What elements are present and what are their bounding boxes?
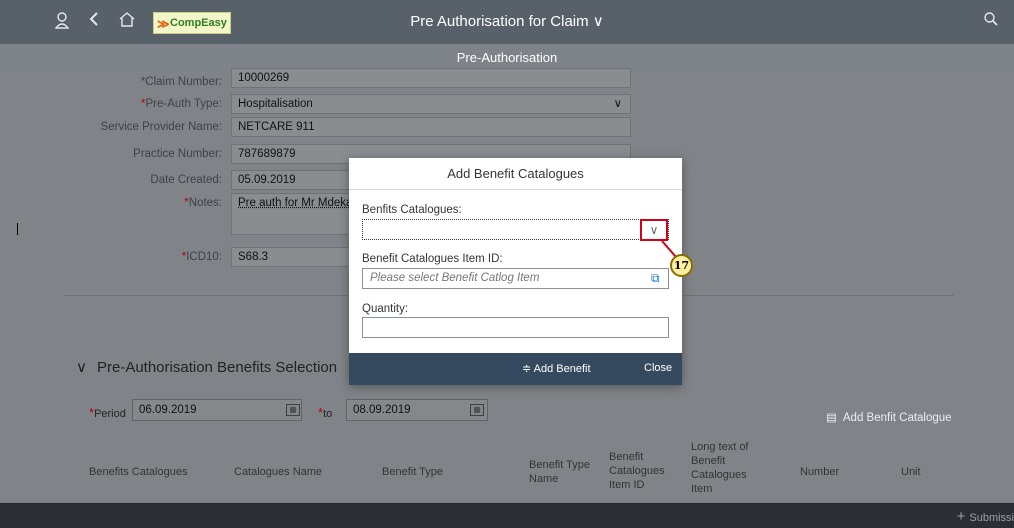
notes-label: *Notes: [184,197,222,209]
text-cursor [17,223,18,235]
add-catalogue-button[interactable]: ▤ Add Benfit Catalogue [826,410,952,424]
dialog-footer: ≑ Add Benefit Close [349,353,682,385]
preauth-type-select[interactable]: Hospitalisation ∨ [231,94,631,114]
col-benefit-type-name[interactable]: Benefit Type Name [529,458,599,486]
value-help-icon[interactable]: ⧉ [651,272,663,284]
catalogues-dropdown-button[interactable]: ∨ [640,219,668,241]
period-from-input[interactable]: 06.09.2019 [132,399,302,421]
table-header: Benefits Catalogues Catalogues Name Bene… [0,438,1014,498]
col-item-id[interactable]: Benefit Catalogues Item ID [609,450,674,492]
catalogues-label: Benfits Catalogues: [362,204,462,216]
item-id-label: Benefit Catalogues Item ID: [362,253,503,265]
footer-toolbar: + Submissi [0,503,1014,528]
catalogues-select[interactable] [362,219,669,240]
calendar-icon[interactable]: ▦ [470,404,484,416]
submit-button[interactable]: + Submissi [957,508,1014,525]
practice-number-label: Practice Number: [133,148,222,160]
preauth-type-label: *Pre-Auth Type: [141,98,222,110]
quantity-input[interactable] [362,317,669,338]
add-benefit-button[interactable]: ≑ Add Benefit [522,362,591,375]
chevron-down-icon: ∨ [649,223,659,237]
app-title[interactable]: Pre Authorisation for Claim ∨ [0,12,1014,30]
period-to-input[interactable]: 08.09.2019 [346,399,488,421]
service-provider-label: Service Provider Name: [100,121,222,133]
service-provider-field[interactable]: NETCARE 911 [231,117,631,137]
search-icon[interactable] [981,11,1001,31]
col-unit[interactable]: Unit [901,465,921,479]
icd10-label: *ICD10: [181,251,222,263]
add-benefit-icon: ≑ [522,363,532,375]
to-label: *to [318,405,333,420]
col-long-text[interactable]: Long text of Benefit Catalogues Item [691,440,761,496]
col-benefit-type[interactable]: Benefit Type [382,465,443,479]
add-chart-icon: ▤ [826,412,837,424]
dialog-title: Add Benefit Catalogues [349,158,682,190]
calendar-icon[interactable]: ▦ [286,404,300,416]
col-catalogues-name[interactable]: Catalogues Name [234,465,322,479]
shell-header: ≫ CompEasy Pre Authorisation for Claim ∨ [0,0,1014,44]
col-number[interactable]: Number [800,465,839,479]
claim-number-label: *Claim Number: [140,76,222,88]
period-label: *Period [89,405,126,420]
benefits-section-title: Pre-Authorisation Benefits Selection [96,359,338,376]
benefits-section-header[interactable]: ∨ Pre-Authorisation Benefits Selection [76,358,337,376]
quantity-label: Quantity: [362,303,409,315]
chevron-down-icon: ∨ [76,359,87,376]
col-benefits-catalogues[interactable]: Benefits Catalogues [89,465,187,479]
date-created-label: Date Created: [150,174,222,186]
chevron-down-icon: ∨ [613,98,622,110]
plus-icon: + [956,508,966,525]
add-benefit-dialog: Add Benefit Catalogues Benfits Catalogue… [349,158,682,385]
close-button[interactable]: Close [644,362,672,374]
step-badge: 17 [670,254,693,277]
claim-number-field[interactable]: 10000269 [231,68,631,88]
item-id-input[interactable]: Please select Benefit Catlog Item [362,268,669,289]
